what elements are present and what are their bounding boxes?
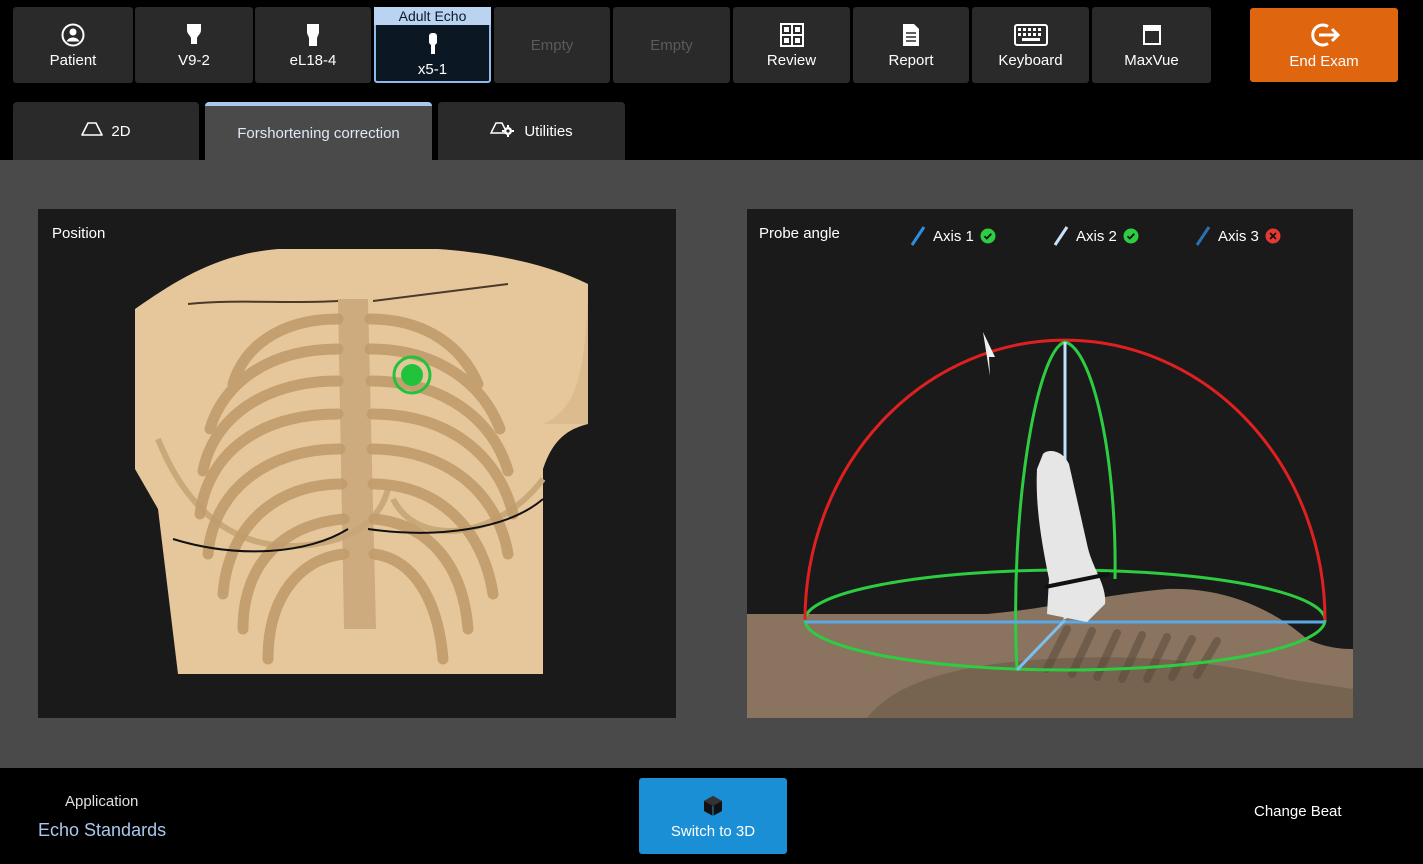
transducer-el18-button[interactable]: eL18-4	[255, 7, 371, 83]
end-exam-icon	[1308, 21, 1340, 49]
utilities-gear-icon	[490, 120, 516, 142]
transducer-icon	[185, 22, 203, 48]
application-value[interactable]: Echo Standards	[38, 820, 166, 841]
preset-header: Adult Echo	[374, 7, 491, 25]
report-document-icon	[901, 22, 921, 48]
patient-label: Patient	[49, 51, 97, 69]
review-button[interactable]: Review	[733, 7, 850, 83]
bottom-bar: Application Echo Standards Switch to 3D …	[0, 768, 1423, 864]
empty-slot-2[interactable]: Empty	[613, 7, 730, 83]
end-exam-button[interactable]: End Exam	[1250, 8, 1398, 82]
report-button[interactable]: Report	[853, 7, 969, 83]
empty-label: Empty	[650, 36, 693, 54]
transducer-v9-button[interactable]: V9-2	[135, 7, 253, 83]
probe-angle-panel: Probe angle Axis 1 Axis 2 Axis 3	[747, 209, 1353, 718]
tab-fc-label: Forshortening correction	[237, 124, 400, 142]
maxvue-window-icon	[1142, 22, 1161, 48]
patient-icon	[61, 22, 85, 48]
keyboard-button[interactable]: Keyboard	[972, 7, 1089, 83]
patient-button[interactable]: Patient	[13, 7, 133, 83]
empty-slot-1[interactable]: Empty	[494, 7, 610, 83]
position-panel: Position	[38, 209, 676, 718]
tab-utilities[interactable]: Utilities	[438, 102, 625, 160]
x5-label: x5-1	[417, 60, 448, 78]
v9-label: V9-2	[178, 51, 210, 69]
tab-bar: 2D Forshortening correction Utilities	[0, 100, 1423, 160]
probe-angle-3d-view	[747, 332, 1353, 718]
main-area: Position Probe angle Axis 1 Axis 2 Axis …	[0, 160, 1423, 768]
transducer-icon	[426, 31, 440, 57]
tab-utilities-label: Utilities	[524, 122, 573, 140]
keyboard-label: Keyboard	[998, 51, 1063, 69]
2d-scan-icon	[81, 121, 104, 141]
transducer-x5-button[interactable]: Adult Echo x5-1	[374, 7, 491, 83]
tab-2d[interactable]: 2D	[13, 102, 199, 160]
tab-2d-label: 2D	[111, 122, 131, 140]
chest-illustration	[135, 249, 588, 674]
el18-label: eL18-4	[289, 51, 337, 69]
cube-icon	[703, 793, 723, 819]
maxvue-label: MaxVue	[1124, 51, 1179, 69]
end-exam-label: End Exam	[1289, 52, 1359, 70]
empty-label: Empty	[530, 36, 574, 54]
change-beat-button[interactable]: Change Beat	[1254, 803, 1342, 820]
review-grid-icon	[779, 22, 804, 48]
switch-to-3d-label: Switch to 3D	[670, 822, 756, 840]
top-toolbar: Patient V9-2 eL18-4 Adult Echo x5-1 Empt…	[0, 0, 1423, 92]
tab-forshortening-correction[interactable]: Forshortening correction	[205, 102, 432, 160]
maxvue-button[interactable]: MaxVue	[1092, 7, 1211, 83]
switch-to-3d-button[interactable]: Switch to 3D	[639, 778, 787, 854]
transducer-icon	[304, 22, 322, 48]
application-label: Application	[65, 793, 139, 810]
report-label: Report	[888, 51, 934, 69]
keyboard-icon	[1013, 22, 1048, 48]
review-label: Review	[766, 51, 817, 69]
